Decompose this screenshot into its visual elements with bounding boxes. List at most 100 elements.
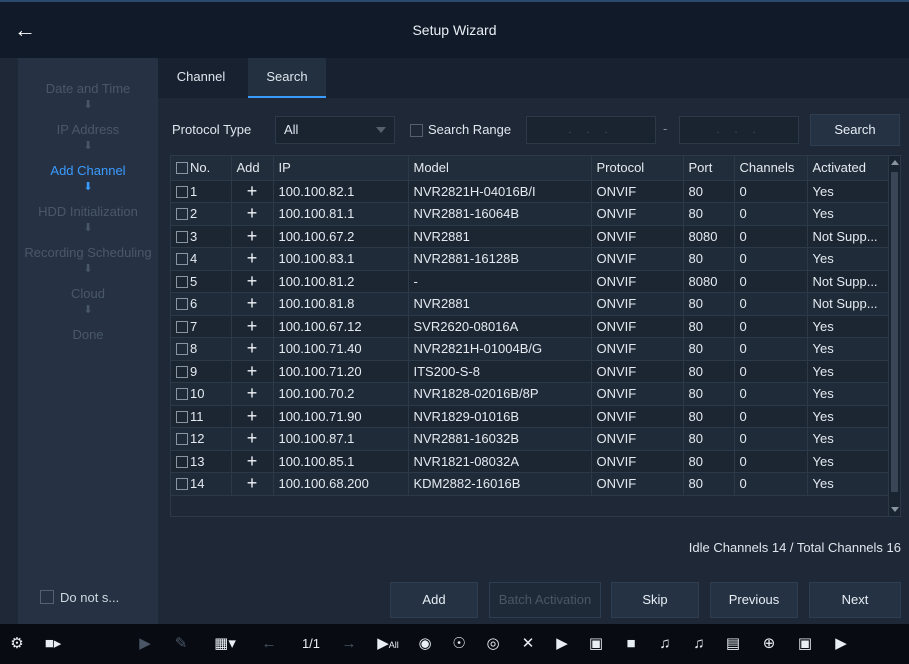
row-checkbox[interactable]: [176, 365, 188, 378]
cell-no[interactable]: 10: [171, 382, 232, 406]
cell-no[interactable]: 5: [171, 270, 232, 293]
select-all-checkbox[interactable]: [176, 162, 188, 175]
subtitle-icon[interactable]: ▤: [722, 634, 744, 654]
row-checkbox[interactable]: [176, 208, 188, 221]
eye-settings-icon[interactable]: ◎: [482, 634, 504, 654]
table-row[interactable]: 4 +100.100.83.1 NVR2881-16128B ONVIF 80 0 Yes: [171, 247, 891, 271]
column-header-channels[interactable]: Channels: [734, 156, 808, 181]
row-checkbox[interactable]: [176, 478, 188, 491]
arrow-left-icon[interactable]: ←: [258, 634, 280, 654]
table-row[interactable]: 7 +100.100.67.12 SVR2620-08016A ONVIF 80 0 Yes: [171, 315, 891, 338]
table-scrollbar[interactable]: [888, 156, 900, 516]
table-row[interactable]: 11 +100.100.71.90 NVR1829-01016B ONVIF 80 0 Ye…: [171, 405, 891, 428]
table-row[interactable]: 14 +100.100.68.200 KDM2882-16016B ONVIF 80 0 Y…: [171, 472, 891, 496]
table-row[interactable]: 6 +100.100.81.8 NVR2881 ONVIF 80 0 Not Supp...: [171, 292, 891, 316]
snapshot-icon[interactable]: ▣: [585, 634, 607, 654]
add-button[interactable]: Add: [390, 582, 478, 618]
column-header-ip[interactable]: IP: [273, 156, 409, 181]
grid-layout-icon[interactable]: ▦▾: [210, 634, 240, 654]
column-header-no[interactable]: No.: [171, 156, 232, 181]
settings-icon[interactable]: ⚙: [6, 634, 28, 654]
cell-no[interactable]: 1: [171, 180, 232, 203]
ptz-icon[interactable]: ◉: [414, 634, 436, 654]
play-icon[interactable]: ▶: [134, 634, 156, 654]
cell-no[interactable]: 7: [171, 315, 232, 338]
add-row-plus-icon[interactable]: +: [231, 270, 274, 293]
cell-no[interactable]: 12: [171, 427, 232, 451]
edit-icon[interactable]: ✎: [170, 634, 192, 654]
search-button[interactable]: Search: [810, 114, 900, 146]
row-checkbox[interactable]: [176, 410, 188, 423]
add-row-plus-icon[interactable]: +: [231, 360, 274, 383]
row-checkbox[interactable]: [176, 343, 188, 356]
add-row-plus-icon[interactable]: +: [231, 427, 274, 451]
cell-no[interactable]: 9: [171, 360, 232, 383]
scroll-up-icon[interactable]: [891, 160, 899, 165]
play-all-icon[interactable]: ▶All: [372, 634, 404, 654]
camera-icon[interactable]: ■▸: [42, 634, 64, 654]
row-checkbox[interactable]: [176, 433, 188, 446]
add-row-plus-icon[interactable]: +: [231, 225, 274, 248]
add-row-plus-icon[interactable]: +: [231, 472, 274, 496]
table-row[interactable]: 5 +100.100.81.2- ONVIF 8080 0 Not Supp...: [171, 270, 891, 293]
row-checkbox[interactable]: [176, 298, 188, 311]
cell-no[interactable]: 13: [171, 450, 232, 473]
table-row[interactable]: 1 +100.100.82.1 NVR2821H-04016B/I ONVIF 80 0 Y…: [171, 180, 891, 203]
scrollbar-thumb[interactable]: [891, 172, 898, 492]
previous-button[interactable]: Previous: [710, 582, 798, 618]
add-row-plus-icon[interactable]: +: [231, 450, 274, 473]
add-row-plus-icon[interactable]: +: [231, 202, 274, 226]
range-end-ip-field[interactable]: . . .: [679, 116, 799, 144]
mute-icon[interactable]: ♫: [654, 634, 676, 654]
cell-no[interactable]: 3: [171, 225, 232, 248]
row-checkbox[interactable]: [176, 455, 188, 468]
table-row[interactable]: 13 +100.100.85.1 NVR1821-08032A ONVIF 80 0 Yes: [171, 450, 891, 473]
tab-channel[interactable]: Channel: [164, 58, 238, 98]
column-header-model[interactable]: Model: [408, 156, 592, 181]
column-header-activated[interactable]: Activated: [807, 156, 891, 181]
add-row-plus-icon[interactable]: +: [231, 247, 274, 271]
scroll-down-icon[interactable]: [891, 507, 899, 512]
cell-no[interactable]: 14: [171, 472, 232, 496]
row-checkbox[interactable]: [176, 230, 188, 243]
row-checkbox[interactable]: [176, 253, 188, 266]
arrow-right-icon[interactable]: →: [338, 634, 360, 654]
add-row-plus-icon[interactable]: +: [231, 292, 274, 316]
microphone-icon[interactable]: ♫: [688, 634, 710, 654]
row-checkbox[interactable]: [176, 185, 188, 198]
do-not-show-checkbox[interactable]: [40, 590, 54, 604]
zoom-icon[interactable]: ⊕: [758, 634, 780, 654]
cell-no[interactable]: 2: [171, 202, 232, 226]
do-not-show-option[interactable]: Do not s...: [40, 586, 140, 608]
cell-no[interactable]: 6: [171, 292, 232, 316]
table-row[interactable]: 12 +100.100.87.1 NVR2881-16032B ONVIF 80 0 Yes: [171, 427, 891, 451]
table-row[interactable]: 2 +100.100.81.1 NVR2881-16064B ONVIF 80 0 Yes: [171, 202, 891, 226]
camera-settings-icon[interactable]: ▣: [794, 634, 816, 654]
add-row-plus-icon[interactable]: +: [231, 382, 274, 406]
table-row[interactable]: 8 +100.100.71.40 NVR2821H-01004B/G ONVIF 80 0…: [171, 337, 891, 361]
next-button[interactable]: Next: [809, 582, 901, 618]
add-row-plus-icon[interactable]: +: [231, 337, 274, 361]
cell-no[interactable]: 8: [171, 337, 232, 361]
add-row-plus-icon[interactable]: +: [231, 315, 274, 338]
skip-button[interactable]: Skip: [611, 582, 699, 618]
row-checkbox[interactable]: [176, 320, 188, 333]
tab-search[interactable]: Search: [248, 58, 326, 98]
range-start-ip-field[interactable]: . . .: [526, 116, 656, 144]
table-row[interactable]: 3 +100.100.67.2 NVR2881 ONVIF 8080 0 Not Supp.…: [171, 225, 891, 248]
satellite-dish-icon[interactable]: ☉: [448, 634, 470, 654]
table-row[interactable]: 10 +100.100.70.2 NVR1828-02016B/8P ONVIF 80 0…: [171, 382, 891, 406]
column-header-protocol[interactable]: Protocol: [591, 156, 684, 181]
cell-no[interactable]: 11: [171, 405, 232, 428]
search-range-checkbox[interactable]: [410, 124, 423, 137]
row-checkbox[interactable]: [176, 388, 188, 401]
play-icon[interactable]: ▶: [551, 634, 573, 654]
next-icon[interactable]: ▶: [830, 634, 852, 654]
column-header-port[interactable]: Port: [683, 156, 735, 181]
row-checkbox[interactable]: [176, 275, 188, 288]
batch-activation-button[interactable]: Batch Activation: [489, 582, 601, 618]
close-icon[interactable]: ✕: [517, 634, 539, 654]
add-row-plus-icon[interactable]: +: [231, 180, 274, 203]
cell-no[interactable]: 4: [171, 247, 232, 271]
table-row[interactable]: 9 +100.100.71.20 ITS200-S-8 ONVIF 80 0 Yes: [171, 360, 891, 383]
